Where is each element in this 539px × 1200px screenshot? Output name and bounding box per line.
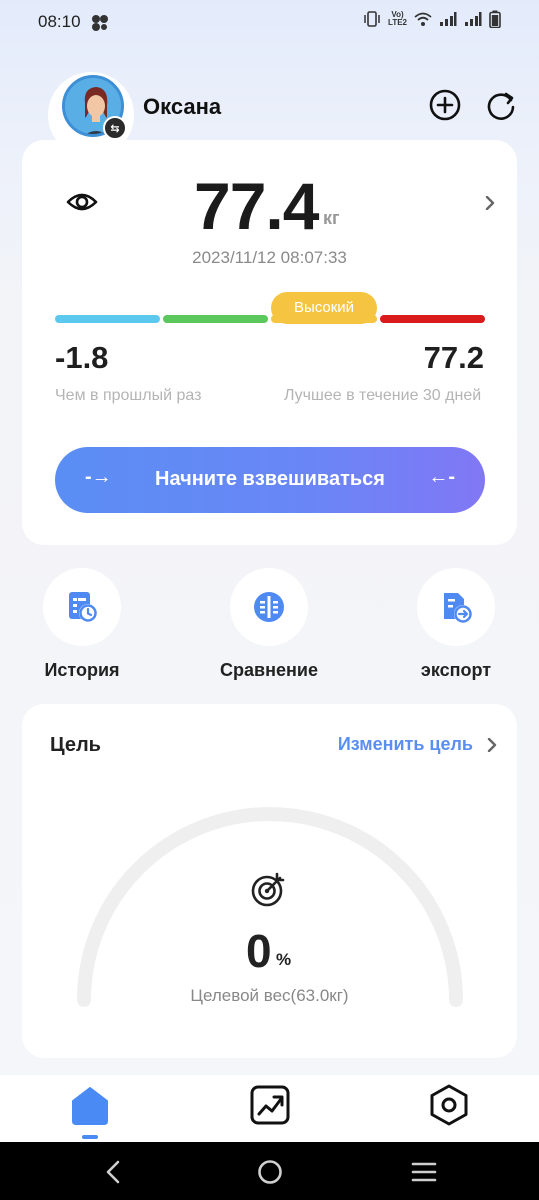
goal-target-weight: Целевой вес(63.0кг) xyxy=(190,986,349,1005)
home-button-icon[interactable] xyxy=(256,1158,284,1186)
home-icon[interactable] xyxy=(68,1083,112,1127)
level-bar-segment xyxy=(380,315,485,323)
start-weighing-button[interactable]: -→ Начните взвешиваться ←- xyxy=(55,447,485,513)
target-icon xyxy=(251,872,285,907)
status-time: 08:10 xyxy=(38,12,81,31)
arrow-in-right-icon: ←- xyxy=(428,466,455,488)
active-tab-indicator xyxy=(82,1135,98,1139)
compare-icon xyxy=(254,592,284,622)
best-value: 77.2 xyxy=(423,340,484,375)
change-goal-link[interactable]: Изменить цель xyxy=(338,734,473,755)
weight-unit: кг xyxy=(323,208,340,228)
export-label: экспорт xyxy=(420,660,492,680)
refresh-icon[interactable] xyxy=(484,88,518,122)
goal-card: Цель Изменить цель 0 % Целевой вес(63.0к… xyxy=(22,704,517,1058)
menu-icon[interactable] xyxy=(410,1158,438,1186)
level-badge: Высокий xyxy=(271,292,377,324)
status-bar: 08:10 Vo) LTE2 xyxy=(0,0,539,44)
weight-value: 77.4 xyxy=(194,169,319,243)
signal-icon xyxy=(440,12,457,26)
back-icon[interactable] xyxy=(100,1158,128,1186)
bottom-navigation xyxy=(0,1075,539,1142)
chevron-right-icon[interactable] xyxy=(484,196,496,210)
level-bar-segment xyxy=(55,315,160,323)
weight-card: 77.4 кг 2023/11/12 08:07:33 Высокий -1.8… xyxy=(22,140,517,545)
user-name: Оксана xyxy=(143,94,222,119)
delta-caption: Чем в прошлый раз xyxy=(55,387,202,404)
best-caption: Лучшее в течение 30 дней xyxy=(284,387,482,404)
history-label: История xyxy=(44,660,120,680)
history-button[interactable] xyxy=(43,568,121,646)
goal-percent-sign: % xyxy=(276,950,292,969)
wifi-icon xyxy=(414,12,432,26)
profile-header: ⇆ Оксана xyxy=(0,70,539,158)
vibrate-icon xyxy=(364,11,380,27)
goal-progress-value: 0 xyxy=(246,925,272,977)
history-icon xyxy=(69,592,97,622)
export-icon xyxy=(444,593,472,623)
app-cluster-icon xyxy=(92,15,108,31)
export-button[interactable] xyxy=(417,568,495,646)
settings-icon[interactable] xyxy=(427,1083,471,1127)
trend-chart-icon[interactable] xyxy=(248,1083,292,1127)
start-weighing-label: Начните взвешиваться xyxy=(155,468,385,490)
lte-label: LTE2 xyxy=(388,18,407,27)
status-indicators: Vo) LTE2 xyxy=(363,10,501,28)
chevron-right-icon[interactable] xyxy=(486,738,498,752)
delta-value: -1.8 xyxy=(55,340,109,375)
compare-label: Сравнение xyxy=(220,660,318,680)
measurement-datetime: 2023/11/12 08:07:33 xyxy=(192,248,347,267)
compare-button[interactable] xyxy=(230,568,308,646)
signal-icon xyxy=(465,12,482,26)
plus-circle-icon[interactable] xyxy=(428,88,462,122)
history-action[interactable]: История xyxy=(27,568,137,681)
export-action[interactable]: экспорт xyxy=(401,568,511,681)
level-bar-segment xyxy=(163,315,268,323)
network-type-label: Vo) LTE2 xyxy=(388,11,407,27)
compare-action[interactable]: Сравнение xyxy=(214,568,324,681)
goal-title: Цель xyxy=(50,734,101,756)
switch-user-icon[interactable]: ⇆ xyxy=(103,116,127,140)
eye-icon[interactable] xyxy=(66,188,98,216)
system-navigation-bar xyxy=(0,1142,539,1200)
battery-icon xyxy=(489,10,501,28)
